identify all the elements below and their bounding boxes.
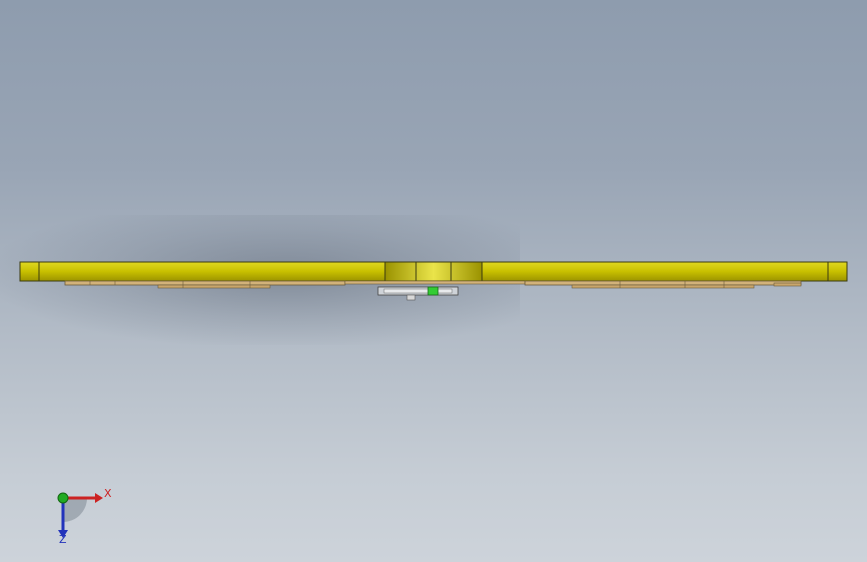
y-axis-dot [57,492,69,504]
top-plate[interactable] [19,261,848,282]
x-axis-label: X [104,487,112,500]
pcb-left[interactable] [64,280,346,289]
coordinate-triad: X Z [57,487,112,546]
graphics-viewport[interactable]: X Z [0,0,867,562]
center-component[interactable] [377,286,459,301]
led-indicator [427,286,439,296]
pcb-right[interactable] [524,280,802,289]
pcb-center[interactable] [344,280,526,285]
model-scene[interactable] [0,0,867,562]
z-axis-label: Z [59,533,67,546]
